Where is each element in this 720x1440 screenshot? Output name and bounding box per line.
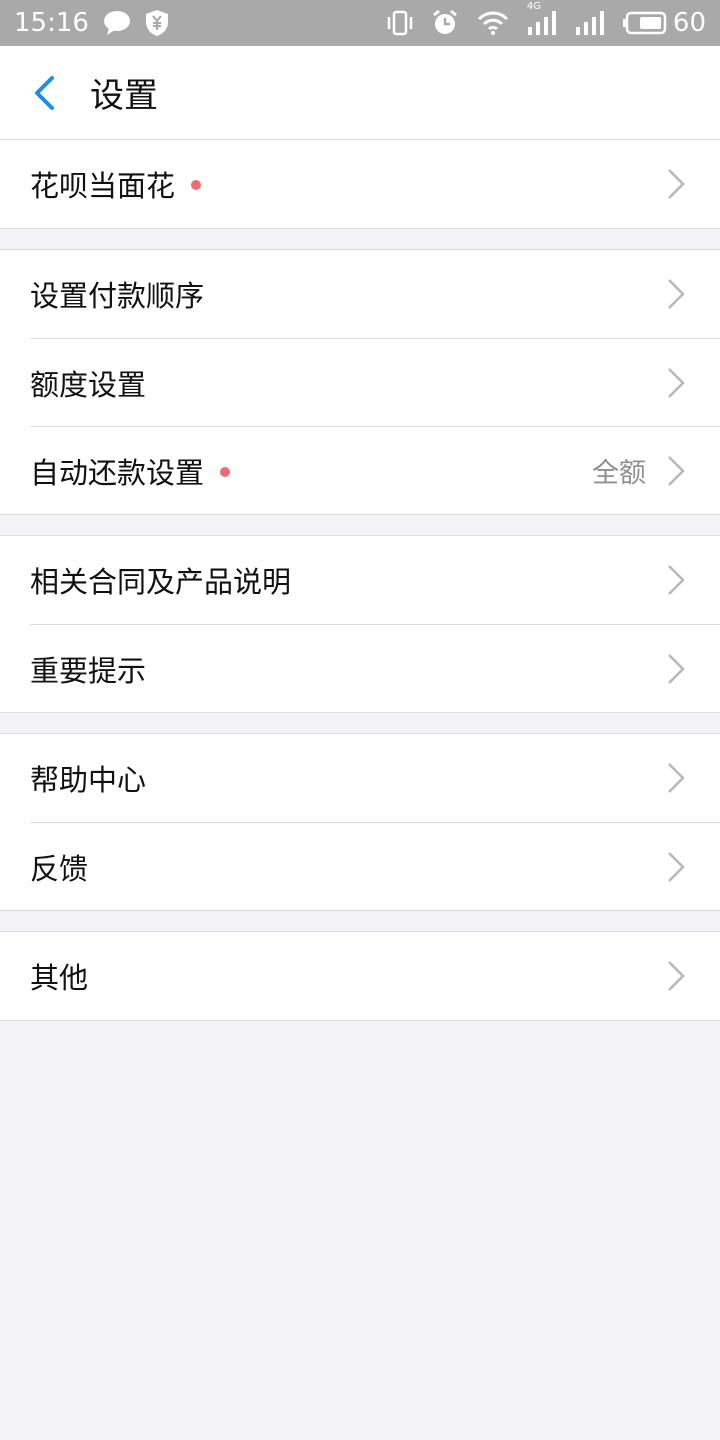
row-label: 花呗当面花 — [30, 169, 176, 203]
shield-yen-icon — [145, 9, 169, 37]
row-value: 全额 — [592, 458, 646, 489]
row-important-notice[interactable]: 重要提示 — [30, 624, 720, 712]
settings-group-4: 帮助中心 反馈 — [0, 733, 720, 911]
signal-icon — [575, 11, 605, 35]
row-label: 帮助中心 — [30, 763, 147, 797]
row-label: 额度设置 — [30, 367, 147, 402]
row-label: 自动还款设置 — [30, 455, 205, 490]
settings-group-3: 相关合同及产品说明 重要提示 — [0, 535, 720, 713]
row-label: 其他 — [30, 961, 89, 995]
chevron-right-icon — [666, 652, 686, 686]
alarm-icon — [431, 9, 459, 37]
wifi-icon — [477, 10, 509, 36]
network-label: 4G — [526, 1, 542, 12]
new-indicator-dot — [220, 466, 231, 477]
chevron-left-icon — [35, 75, 54, 110]
settings-group-1: 花呗当面花 — [0, 140, 720, 229]
status-time: 15:16 — [14, 8, 89, 38]
nav-bar: 设置 — [0, 46, 720, 140]
row-huabei-pay-in-person[interactable]: 花呗当面花 — [30, 140, 720, 228]
row-feedback[interactable]: 反馈 — [30, 822, 720, 910]
back-button[interactable] — [0, 46, 88, 140]
battery-icon: 60 — [622, 8, 706, 38]
chevron-right-icon — [666, 366, 686, 400]
settings-group-2: 设置付款顺序 额度设置 自动还款设置 全额 — [0, 249, 720, 515]
row-label: 设置付款顺序 — [30, 279, 205, 313]
row-other[interactable]: 其他 — [30, 932, 720, 1020]
row-credit-limit[interactable]: 额度设置 — [30, 338, 720, 426]
settings-group-5: 其他 — [0, 931, 720, 1021]
status-bar: 15:16 4G 60 — [0, 0, 720, 46]
signal-4g-icon: 4G — [527, 1, 557, 35]
row-help-center[interactable]: 帮助中心 — [30, 734, 720, 822]
chevron-right-icon — [666, 959, 686, 993]
chevron-right-icon — [666, 761, 686, 795]
row-label: 相关合同及产品说明 — [30, 565, 292, 599]
status-left: 15:16 — [14, 8, 169, 38]
row-auto-repayment[interactable]: 自动还款设置 全额 — [30, 426, 720, 514]
page-title: 设置 — [90, 76, 158, 116]
row-label: 重要提示 — [30, 653, 147, 688]
vibrate-icon — [387, 10, 413, 36]
chevron-right-icon — [666, 563, 686, 597]
chevron-right-icon — [666, 277, 686, 311]
chevron-right-icon — [666, 454, 686, 488]
row-payment-order[interactable]: 设置付款顺序 — [30, 250, 720, 338]
chevron-right-icon — [666, 167, 686, 201]
status-right: 4G 60 — [387, 1, 706, 38]
row-contracts[interactable]: 相关合同及产品说明 — [30, 536, 720, 624]
battery-percent: 60 — [672, 8, 706, 38]
row-label: 反馈 — [30, 851, 89, 886]
new-indicator-dot — [191, 180, 202, 190]
chevron-right-icon — [666, 850, 686, 884]
chat-bubble-icon — [103, 10, 131, 36]
